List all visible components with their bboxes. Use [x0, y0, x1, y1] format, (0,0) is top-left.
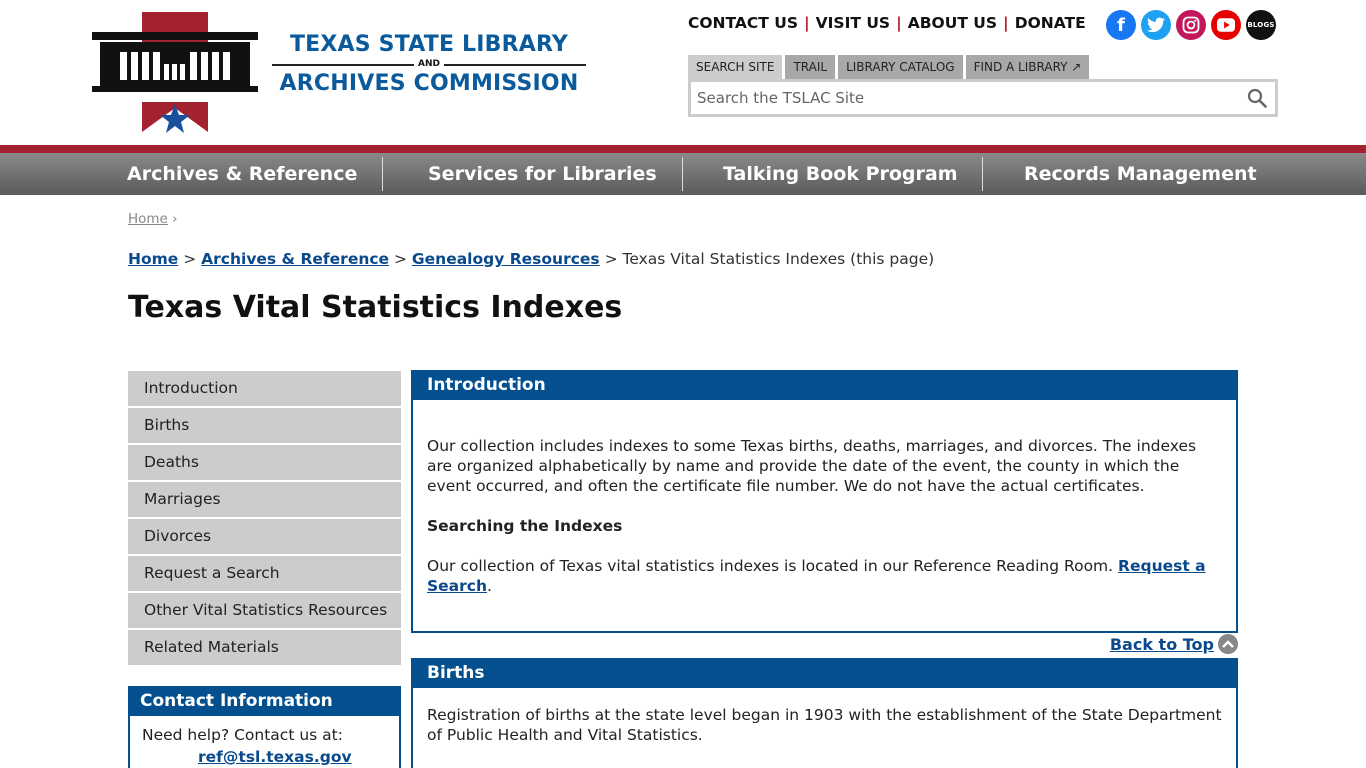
births-panel: Births Registration of births at the sta…: [411, 658, 1238, 768]
breadcrumb-archives-reference[interactable]: Archives & Reference: [201, 250, 389, 268]
back-to-top[interactable]: Back to Top: [1110, 634, 1238, 654]
breadcrumb-genealogy-resources[interactable]: Genealogy Resources: [412, 250, 600, 268]
tab-library-catalog[interactable]: LIBRARY CATALOG: [838, 55, 963, 79]
tslac-logo-icon[interactable]: [92, 12, 258, 134]
site-header: TEXAS STATE LIBRARY AND ARCHIVES COMMISS…: [0, 0, 1366, 145]
breadcrumb-small-home[interactable]: Home: [128, 211, 168, 227]
tab-trail[interactable]: TRAIL: [785, 55, 836, 79]
page-title: Texas Vital Statistics Indexes: [128, 290, 623, 325]
births-title: Births: [413, 658, 1236, 688]
sidebar-item-marriages[interactable]: Marriages: [128, 482, 401, 517]
sidebar-item-divorces[interactable]: Divorces: [128, 519, 401, 554]
search-input[interactable]: [691, 82, 1231, 114]
back-to-top-link[interactable]: Back to Top: [1110, 635, 1214, 654]
instagram-icon[interactable]: [1176, 10, 1206, 40]
sidebar-item-deaths[interactable]: Deaths: [128, 445, 401, 480]
blogs-icon[interactable]: BLOGS: [1246, 10, 1276, 40]
search-icon[interactable]: [1247, 88, 1267, 108]
contact-information-box: Contact Information Need help? Contact u…: [128, 686, 401, 768]
breadcrumb-home[interactable]: Home: [128, 250, 178, 268]
nav-records-management[interactable]: Records Management: [1024, 153, 1257, 195]
nav-talking-book-program[interactable]: Talking Book Program: [723, 153, 958, 195]
utility-links: CONTACT US | VISIT US | ABOUT US | DONATE: [688, 14, 1086, 32]
nav-archives-reference[interactable]: Archives & Reference: [127, 153, 357, 195]
main-nav: Archives & Reference Services for Librar…: [0, 153, 1366, 195]
chevron-up-icon[interactable]: [1218, 634, 1238, 654]
donate-link[interactable]: DONATE: [1015, 14, 1086, 32]
breadcrumb: Home > Archives & Reference > Genealogy …: [128, 250, 935, 268]
visit-us-link[interactable]: VISIT US: [816, 14, 890, 32]
searching-indexes-paragraph: Our collection of Texas vital statistics…: [427, 557, 1206, 595]
contact-us-link[interactable]: CONTACT US: [688, 14, 798, 32]
about-us-link[interactable]: ABOUT US: [908, 14, 997, 32]
sidebar-item-request-a-search[interactable]: Request a Search: [128, 556, 401, 591]
tab-find-a-library[interactable]: FIND A LIBRARY ↗: [965, 55, 1090, 79]
logo-and: AND: [414, 58, 444, 70]
search-box: [688, 79, 1278, 117]
introduction-panel: Introduction Our collection includes ind…: [411, 370, 1238, 633]
breadcrumb-small: Home ›: [128, 211, 178, 227]
logo-wordmark[interactable]: TEXAS STATE LIBRARY AND ARCHIVES COMMISS…: [272, 32, 586, 96]
twitter-icon[interactable]: [1141, 10, 1171, 40]
sidebar-item-births[interactable]: Births: [128, 408, 401, 443]
nav-accent-bar: [0, 145, 1366, 153]
section-sidebar: Introduction Births Deaths Marriages Div…: [128, 371, 401, 667]
sidebar-item-introduction[interactable]: Introduction: [128, 371, 401, 406]
introduction-title: Introduction: [413, 370, 1236, 400]
sidebar-item-other-resources[interactable]: Other Vital Statistics Resources: [128, 593, 401, 628]
nav-services-for-libraries[interactable]: Services for Libraries: [428, 153, 657, 195]
births-paragraph: Registration of births at the state leve…: [427, 706, 1222, 744]
social-links: f BLOGS: [1106, 10, 1276, 40]
sidebar-item-related-materials[interactable]: Related Materials: [128, 630, 401, 665]
breadcrumb-current: Texas Vital Statistics Indexes (this pag…: [622, 250, 935, 268]
searching-indexes-heading: Searching the Indexes: [427, 517, 623, 535]
contact-text: Need help? Contact us at:: [142, 726, 343, 744]
facebook-icon[interactable]: f: [1106, 10, 1136, 40]
introduction-paragraph: Our collection includes indexes to some …: [427, 437, 1197, 495]
youtube-icon[interactable]: [1211, 10, 1241, 40]
logo-line-2: ARCHIVES COMMISSION: [279, 71, 579, 96]
search-tabs: SEARCH SITE TRAIL LIBRARY CATALOG FIND A…: [688, 55, 1090, 79]
tab-search-site[interactable]: SEARCH SITE: [688, 55, 783, 79]
contact-email-link[interactable]: ref@tsl.texas.gov: [142, 748, 387, 766]
logo-line-1: TEXAS STATE LIBRARY: [289, 32, 569, 57]
contact-title: Contact Information: [130, 686, 399, 716]
